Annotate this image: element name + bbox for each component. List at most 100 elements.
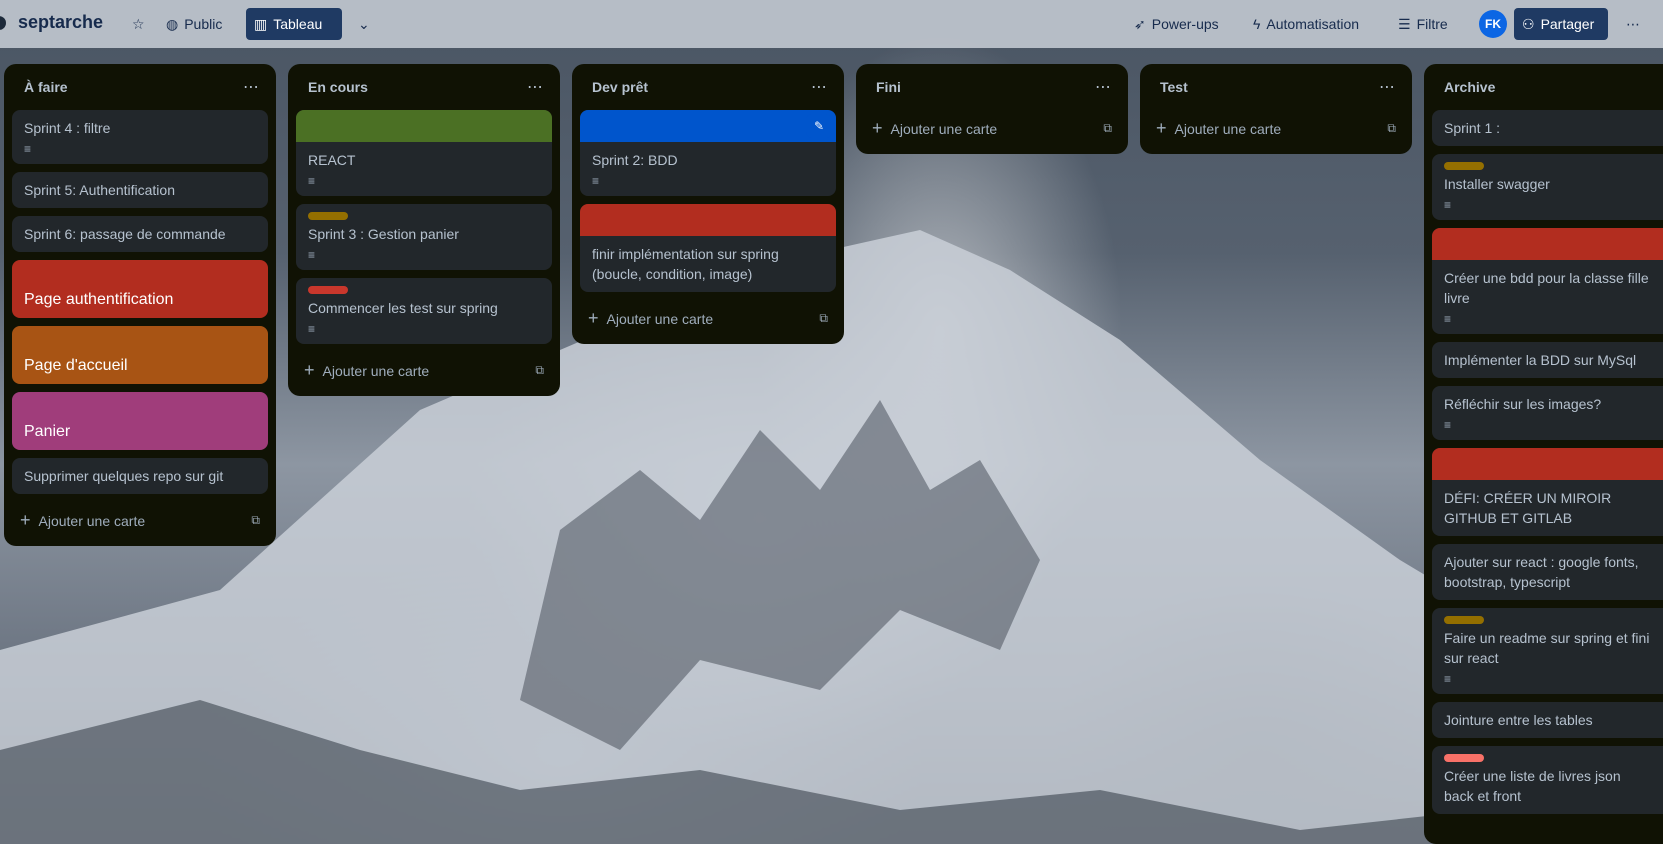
card[interactable]: Faire un readme sur spring et fini sur r… [1432,608,1663,694]
plus-icon: + [20,509,31,530]
card[interactable]: Sprint 4 : filtre ≡ [12,110,268,164]
visibility-label: Public [184,16,223,32]
card-title: Faire un readme sur spring et fini sur r… [1444,630,1650,666]
card-label[interactable] [1444,162,1484,170]
add-card-label: Ajouter une carte [890,120,998,137]
template-icon[interactable]: ⧉ [535,363,544,378]
description-icon: ≡ [1444,312,1452,326]
card[interactable]: REACT ≡ [296,110,552,196]
list-in-progress: En cours ⋯ REACT ≡ Sprint 3 : Gestion pa… [288,64,560,396]
list-menu-icon[interactable]: ⋯ [811,77,828,97]
card-title: Créer une liste de livres json back et f… [1444,768,1621,804]
card[interactable]: Panier [12,392,268,450]
card[interactable]: Installer swagger ≡ [1432,154,1663,220]
list-title[interactable]: Dev prêt [592,79,648,95]
plus-icon: + [304,359,315,380]
more-icon: ⋯ [1626,15,1640,32]
card[interactable]: Commencer les test sur spring ≡ [296,278,552,344]
list-header: En cours ⋯ [296,64,552,110]
share-button[interactable]: ⚇ Partager [1514,8,1608,40]
card[interactable]: Page d'accueil [12,326,268,384]
template-icon[interactable]: ⧉ [1387,121,1396,136]
description-icon: ≡ [1444,198,1452,212]
card[interactable]: Réfléchir sur les images? ≡ [1432,386,1663,440]
card-label[interactable] [308,286,348,294]
card[interactable]: Sprint 1 : [1432,110,1663,146]
template-icon[interactable]: ⧉ [1103,121,1112,136]
add-card-button[interactable]: + Ajouter une carte ⧉ [1148,110,1404,146]
card-title: Sprint 2: BDD [592,152,678,168]
card[interactable]: Créer une bdd pour la classe fille livre… [1432,228,1663,334]
list-menu-icon[interactable]: ⋯ [1095,77,1112,97]
card-label[interactable] [1444,616,1484,624]
list-title[interactable]: Test [1160,79,1188,95]
rocket-icon: ➶ [1134,15,1146,32]
list-header: À faire ⋯ [12,64,268,110]
list-menu-icon[interactable]: ⋯ [527,77,544,97]
plus-icon: + [1156,117,1167,138]
star-button[interactable]: ☆ [124,8,153,40]
card-title: Créer une bdd pour la classe fille livre [1444,270,1649,306]
add-card-button[interactable]: + Ajouter une carte ⧉ [864,110,1120,146]
template-icon[interactable]: ⧉ [251,513,260,528]
list-title[interactable]: Fini [876,79,901,95]
card[interactable]: Créer une liste de livres json back et f… [1432,746,1663,814]
card-title: Commencer les test sur spring [308,300,498,316]
card-cover [1432,448,1663,480]
description-icon: ≡ [308,248,316,262]
card-title: DÉFI: CRÉER UN MIROIR GITHUB ET GITLAB [1444,490,1612,526]
avatar[interactable]: FK [1479,10,1507,38]
list-todo: À faire ⋯ Sprint 4 : filtre ≡ Sprint 5: … [4,64,276,546]
automation-button[interactable]: ϟ Automatisation [1245,8,1367,40]
card-cover [296,110,552,142]
add-card-button[interactable]: + Ajouter une carte ⧉ [296,352,552,388]
card-title: Sprint 3 : Gestion panier [308,226,459,242]
card[interactable]: Sprint 3 : Gestion panier ≡ [296,204,552,270]
pencil-icon[interactable]: ✎ [806,114,832,138]
description-icon: ≡ [24,142,32,156]
board-icon: ▥ [254,15,268,32]
list-header: Test ⋯ [1148,64,1404,110]
card-label[interactable] [1444,754,1484,762]
card[interactable]: Jointure entre les tables [1432,702,1663,738]
automation-label: Automatisation [1266,16,1360,32]
template-icon[interactable]: ⧉ [819,311,828,326]
list-header: Archive [1432,64,1663,110]
list-menu-icon[interactable]: ⋯ [243,77,260,97]
list-header: Dev prêt ⋯ [580,64,836,110]
card[interactable]: Supprimer quelques repo sur git [12,458,268,494]
list-menu-icon[interactable]: ⋯ [1379,77,1396,97]
add-card-button[interactable]: + Ajouter une carte ⧉ [580,300,836,336]
card[interactable]: Sprint 6: passage de commande [12,216,268,252]
card[interactable]: ✎ Sprint 2: BDD ≡ [580,110,836,196]
bolt-icon: ϟ [1253,16,1261,32]
card[interactable]: Implémenter la BDD sur MySql [1432,342,1663,378]
list-title[interactable]: Archive [1444,79,1495,95]
card-title: Installer swagger [1444,176,1550,192]
powerups-button[interactable]: ➶ Power-ups [1126,8,1227,40]
card-label[interactable] [308,212,348,220]
filter-button[interactable]: ☰ Filtre [1390,8,1456,40]
add-card-button[interactable]: + Ajouter une carte ⧉ [12,502,268,538]
visibility-button[interactable]: ◍ Public [158,8,230,40]
add-person-icon: ⚇ [1522,15,1535,32]
list-title[interactable]: À faire [24,79,68,95]
card[interactable]: DÉFI: CRÉER UN MIROIR GITHUB ET GITLAB [1432,448,1663,536]
add-card-label: Ajouter une carte [1174,120,1282,137]
board-menu-button[interactable]: ⋯ [1618,8,1648,40]
view-board-button[interactable]: ▥ Tableau [246,8,342,40]
list-header: Fini ⋯ [864,64,1120,110]
board-title[interactable]: septarche [18,12,103,33]
card[interactable]: Sprint 5: Authentification [12,172,268,208]
filter-icon: ☰ [1398,15,1411,32]
card[interactable]: Page authentification [12,260,268,318]
card-title: Sprint 1 : [1444,120,1501,136]
workspace-icon[interactable] [0,16,6,30]
card-title: Implémenter la BDD sur MySql [1444,352,1637,368]
view-switcher-button[interactable]: ⌄ [350,8,378,40]
star-icon: ☆ [132,15,145,32]
list-test: Test ⋯ + Ajouter une carte ⧉ [1140,64,1412,154]
card[interactable]: Ajouter sur react : google fonts, bootst… [1432,544,1663,600]
list-title[interactable]: En cours [308,79,368,95]
card[interactable]: finir implémentation sur spring (boucle,… [580,204,836,292]
